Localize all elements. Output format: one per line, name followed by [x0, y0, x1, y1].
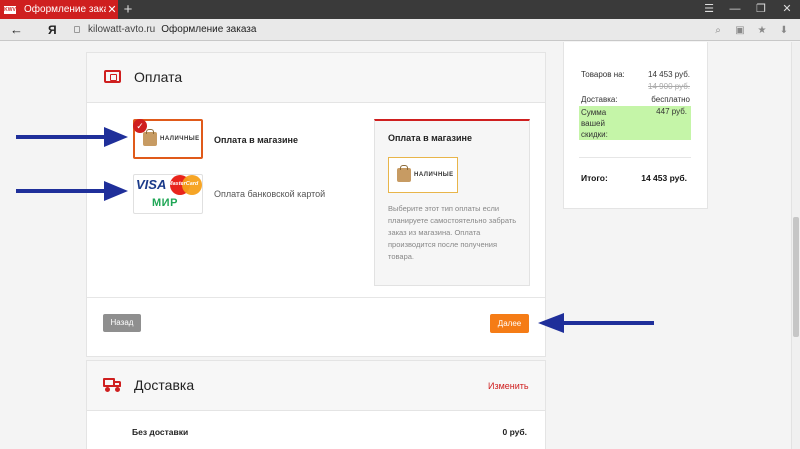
discount-label: Сумма вашей скидки: [581, 108, 608, 139]
back-button[interactable]: ← [10, 19, 26, 41]
restore-icon[interactable]: ❐ [748, 0, 774, 19]
page-content: Оплата ✓ НАЛИЧНЫЕ Оплата в магазине VISA… [0, 42, 800, 449]
payment-info-text: Выберите этот тип оплаты если планируете… [388, 204, 517, 261]
visa-logo: VISA [136, 177, 167, 192]
annotation-arrow-card [16, 181, 128, 201]
delivery-cost-value: бесплатно [651, 95, 690, 104]
mir-logo: МИР [152, 197, 178, 209]
payment-option-store-label[interactable]: Оплата в магазине [214, 135, 298, 145]
annotation-arrow-next [538, 313, 654, 333]
url-page-title: Оформление заказа [161, 24, 257, 35]
payment-info-image: НАЛИЧНЫЕ [388, 157, 458, 193]
wallet-icon [104, 70, 121, 83]
delivery-cost-label: Доставка: [581, 95, 618, 104]
cash-badge: НАЛИЧНЫЕ [397, 165, 454, 182]
cash-badge-label: НАЛИЧНЫЕ [414, 172, 454, 178]
next-step-button[interactable]: Далее [490, 314, 529, 333]
address-bar: ← Я kilowatt-avto.ru Оформление заказа ⌕ … [0, 19, 800, 41]
change-delivery-link[interactable]: Изменить [488, 381, 529, 391]
cash-badge: НАЛИЧНЫЕ [143, 129, 200, 146]
lock-icon [74, 26, 80, 33]
order-summary: Товаров на: 14 453 руб. 14 900 руб. Дост… [563, 42, 708, 209]
close-window-icon[interactable]: ✕ [774, 0, 800, 19]
mastercard-logo: MasterCard [168, 175, 202, 195]
items-total-label: Товаров на: [581, 70, 625, 79]
payment-option-card[interactable]: VISA MasterCard МИР [133, 174, 203, 214]
grand-total-label: Итого: [581, 173, 608, 183]
minimize-icon[interactable]: — [722, 0, 748, 19]
site-favicon-icon: KWV [4, 5, 16, 14]
payment-header: Оплата [87, 53, 545, 103]
delivery-section: Доставка Изменить Без доставки 0 руб. [86, 360, 546, 449]
money-bag-icon [397, 165, 411, 182]
truck-icon [103, 378, 123, 392]
close-tab-icon[interactable]: ✕ [106, 3, 118, 16]
menu-icon[interactable]: ☰ [696, 0, 722, 19]
browser-tab-active[interactable]: KWV Оформление заказа ✕ [0, 0, 118, 19]
payment-option-store[interactable]: ✓ НАЛИЧНЫЕ [133, 119, 203, 159]
divider [87, 297, 545, 298]
delivery-option-price: 0 руб. [502, 427, 527, 437]
payment-option-card-label[interactable]: Оплата банковской картой [214, 189, 325, 199]
scrollbar-thumb[interactable] [793, 217, 799, 337]
window-controls: ☰ — ❐ ✕ [696, 0, 800, 19]
address-bar-icons: ⌕ ▣ ★ ⬇ [710, 19, 792, 41]
delivery-title: Доставка [134, 377, 195, 393]
url-field[interactable]: kilowatt-avto.ru Оформление заказа [88, 19, 256, 41]
items-old-price: 14 900 руб. [648, 82, 690, 91]
payment-info-title: Оплата в магазине [388, 133, 472, 143]
delivery-header: Доставка Изменить [87, 361, 545, 411]
mastercard-logo-text: MasterCard [168, 181, 199, 187]
search-icon[interactable]: ⌕ [710, 25, 726, 36]
new-tab-button[interactable]: + [120, 0, 136, 19]
payment-info-box: Оплата в магазине НАЛИЧНЫЕ Выберите этот… [374, 119, 530, 286]
divider [579, 157, 691, 158]
bookmark-star-icon[interactable]: ★ [754, 25, 770, 36]
extension-icon[interactable]: ▣ [732, 25, 748, 36]
money-bag-icon [143, 129, 157, 146]
url-text: kilowatt-avto.ru [88, 24, 156, 35]
grand-total-value: 14 453 руб. [641, 173, 687, 183]
yandex-logo[interactable]: Я [48, 19, 57, 41]
back-step-button[interactable]: Назад [103, 314, 141, 332]
discount-value: 447 руб. [656, 107, 687, 116]
card-logos: VISA MasterCard МИР [136, 175, 202, 211]
annotation-arrow-store [16, 127, 128, 147]
delivery-option-name: Без доставки [132, 427, 189, 437]
items-total-value: 14 453 руб. [648, 70, 690, 79]
cash-badge-label: НАЛИЧНЫЕ [160, 136, 200, 142]
tab-title: Оформление заказа [24, 4, 106, 15]
download-icon[interactable]: ⬇ [776, 25, 792, 36]
payment-section: Оплата ✓ НАЛИЧНЫЕ Оплата в магазине VISA… [86, 52, 546, 357]
page-scrollbar[interactable] [791, 42, 800, 449]
browser-tab-bar: KWV Оформление заказа ✕ + ☰ — ❐ ✕ [0, 0, 800, 19]
checkmark-icon: ✓ [133, 119, 147, 133]
payment-title: Оплата [134, 69, 183, 85]
